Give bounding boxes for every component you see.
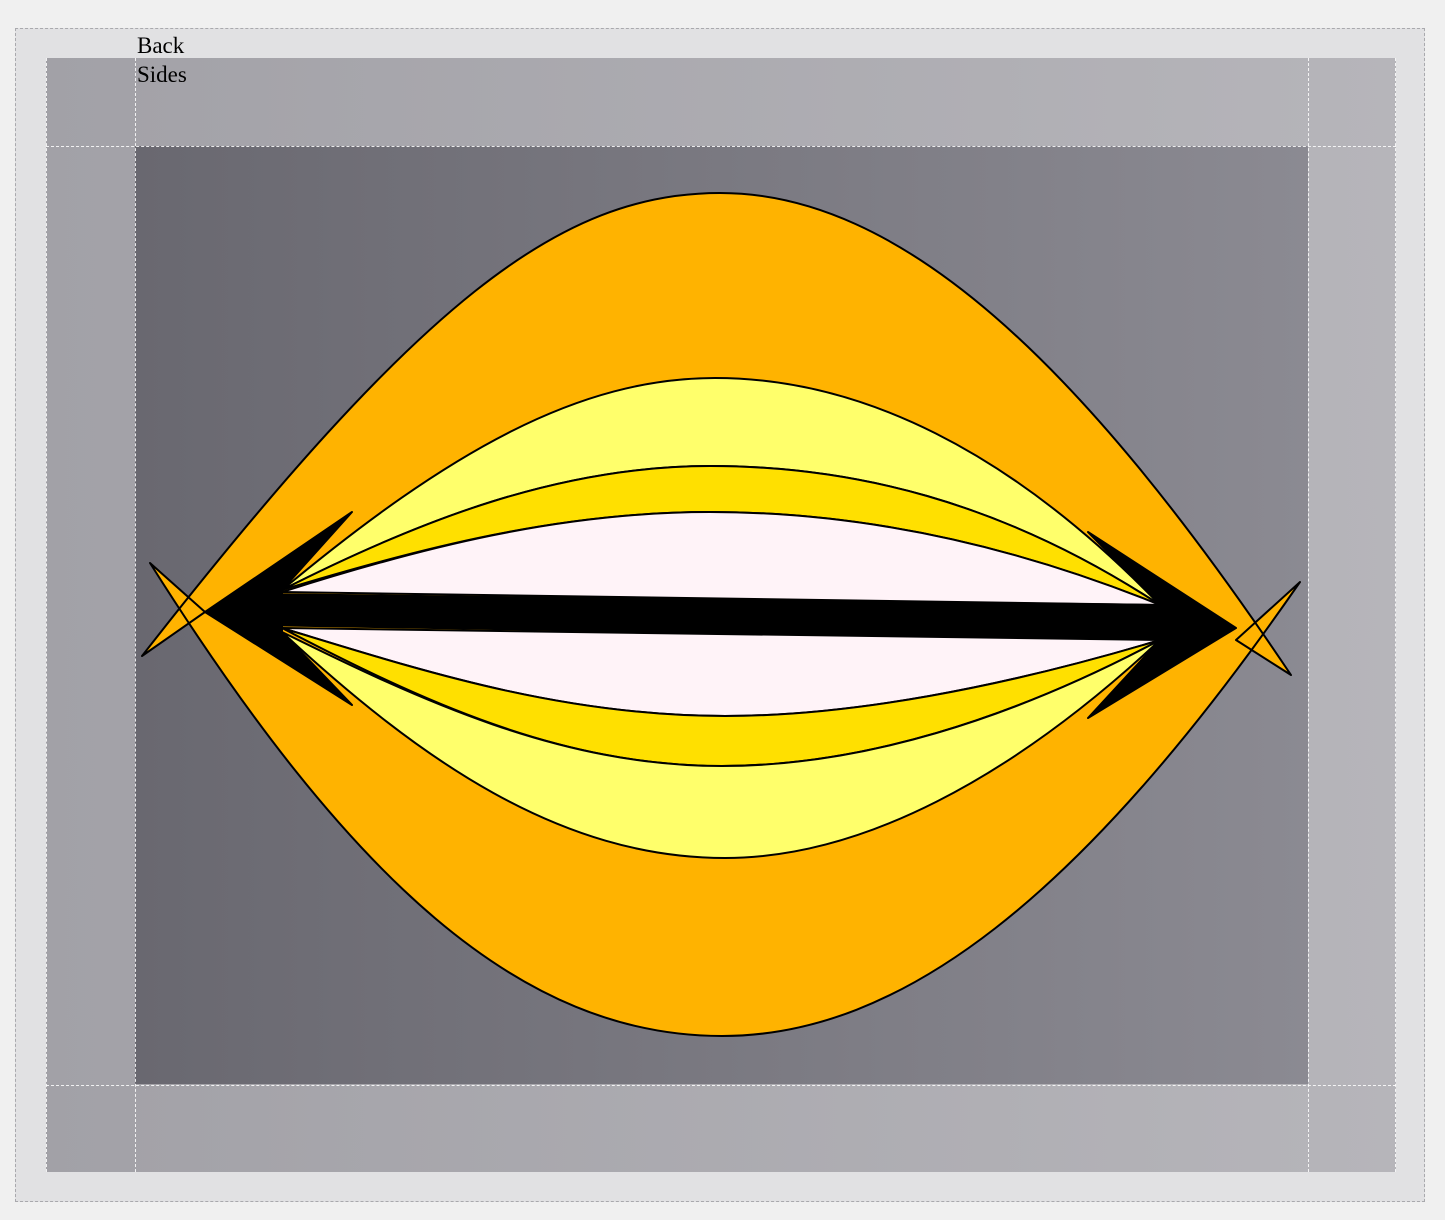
back-panel bbox=[135, 146, 1308, 1084]
sides-label: Sides bbox=[137, 62, 187, 87]
guide-line-top bbox=[46, 146, 1396, 147]
guide-line-left bbox=[46, 58, 47, 1172]
guide-line-bottom bbox=[46, 1085, 1396, 1086]
guide-line-inner-left bbox=[135, 58, 136, 1172]
guide-line-inner-right bbox=[1308, 58, 1309, 1172]
back-label: Back bbox=[137, 33, 185, 58]
guide-line-right bbox=[1395, 58, 1396, 1172]
